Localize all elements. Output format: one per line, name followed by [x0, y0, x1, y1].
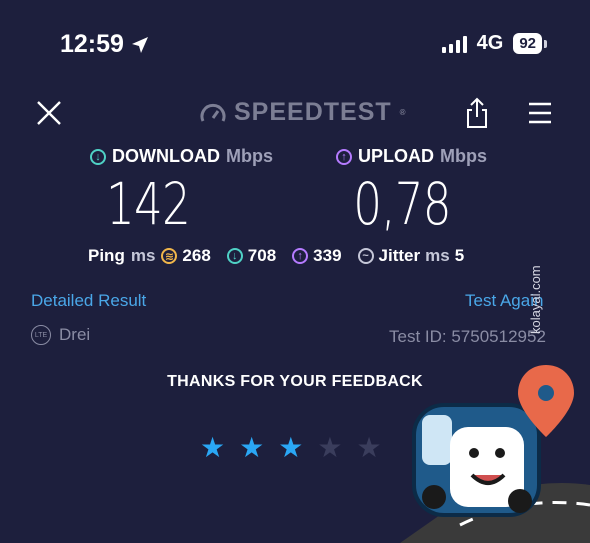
star-icon[interactable]: ★ [317, 434, 342, 462]
gauge-icon [200, 103, 226, 122]
menu-icon [529, 102, 551, 124]
jitter-icon: ~ [357, 248, 374, 264]
share-button[interactable] [465, 97, 489, 134]
provider: LTE Drei [31, 325, 90, 345]
ping-download-value: 708 [247, 246, 277, 265]
star-rating[interactable]: ★ ★ ★ ★ ★ [200, 434, 382, 462]
upload-value: 0,78 [353, 170, 451, 238]
lte-icon: LTE [31, 325, 51, 345]
time-text: 12:59 [60, 30, 124, 58]
ping-upload-value: 339 [313, 246, 342, 265]
status-time: 12:59 [60, 30, 150, 59]
battery-icon: 92 [513, 33, 547, 54]
idle-latency-icon: ≋ [161, 248, 178, 264]
provider-name: Drei [59, 325, 91, 344]
watermark-text: kolayal.com [528, 265, 543, 335]
upload-header: ↑ UPLOAD Mbps [336, 146, 487, 167]
status-right: 4G 92 [441, 32, 547, 55]
download-latency-icon: ↓ [226, 248, 243, 264]
share-icon [467, 97, 487, 128]
close-icon [37, 101, 61, 125]
ping-idle-value: 268 [182, 246, 211, 265]
jitter-unit: ms [425, 246, 450, 265]
network-type: 4G [476, 32, 504, 54]
upload-latency-icon: ↑ [292, 248, 309, 264]
jitter-value: 5 [454, 246, 465, 265]
ping-idle: ≋ 268 [161, 246, 211, 266]
download-unit: Mbps [225, 146, 273, 166]
signal-icon [441, 35, 467, 53]
star-icon[interactable]: ★ [239, 434, 264, 462]
ping-upload: ↑ 339 [292, 246, 342, 266]
upload-arrow-icon: ↑ [336, 148, 352, 165]
ping-download: ↓ 708 [226, 246, 277, 266]
star-icon[interactable]: ★ [200, 434, 225, 462]
star-icon[interactable]: ★ [356, 434, 381, 462]
jitter: ~ Jitter ms 5 [357, 246, 465, 266]
location-arrow-icon [131, 36, 148, 53]
detailed-result-link[interactable]: Detailed Result [31, 291, 146, 311]
upload-label: UPLOAD [358, 146, 434, 166]
star-icon[interactable]: ★ [278, 434, 303, 462]
download-arrow-icon: ↓ [90, 148, 106, 165]
close-button[interactable] [36, 100, 62, 131]
download-label: DOWNLOAD [112, 146, 220, 166]
ping-label: Ping [88, 246, 125, 265]
jitter-label: Jitter [378, 246, 421, 265]
download-header: ↓ DOWNLOAD Mbps [90, 146, 273, 167]
menu-button[interactable] [528, 101, 552, 130]
ping-unit: ms [130, 246, 156, 265]
test-id: Test ID: 5750512952 [389, 327, 546, 346]
speedtest-logo: SPEEDTEST ® [200, 98, 407, 127]
mascot-bus-logo [400, 365, 590, 543]
download-value: 142 [105, 170, 191, 238]
upload-unit: Mbps [440, 146, 487, 166]
logo-text: SPEEDTEST [234, 98, 392, 126]
ping-row: Ping ms ≋ 268 ↓ 708 ↑ 339 ~ Jitter ms 5 [88, 246, 474, 266]
